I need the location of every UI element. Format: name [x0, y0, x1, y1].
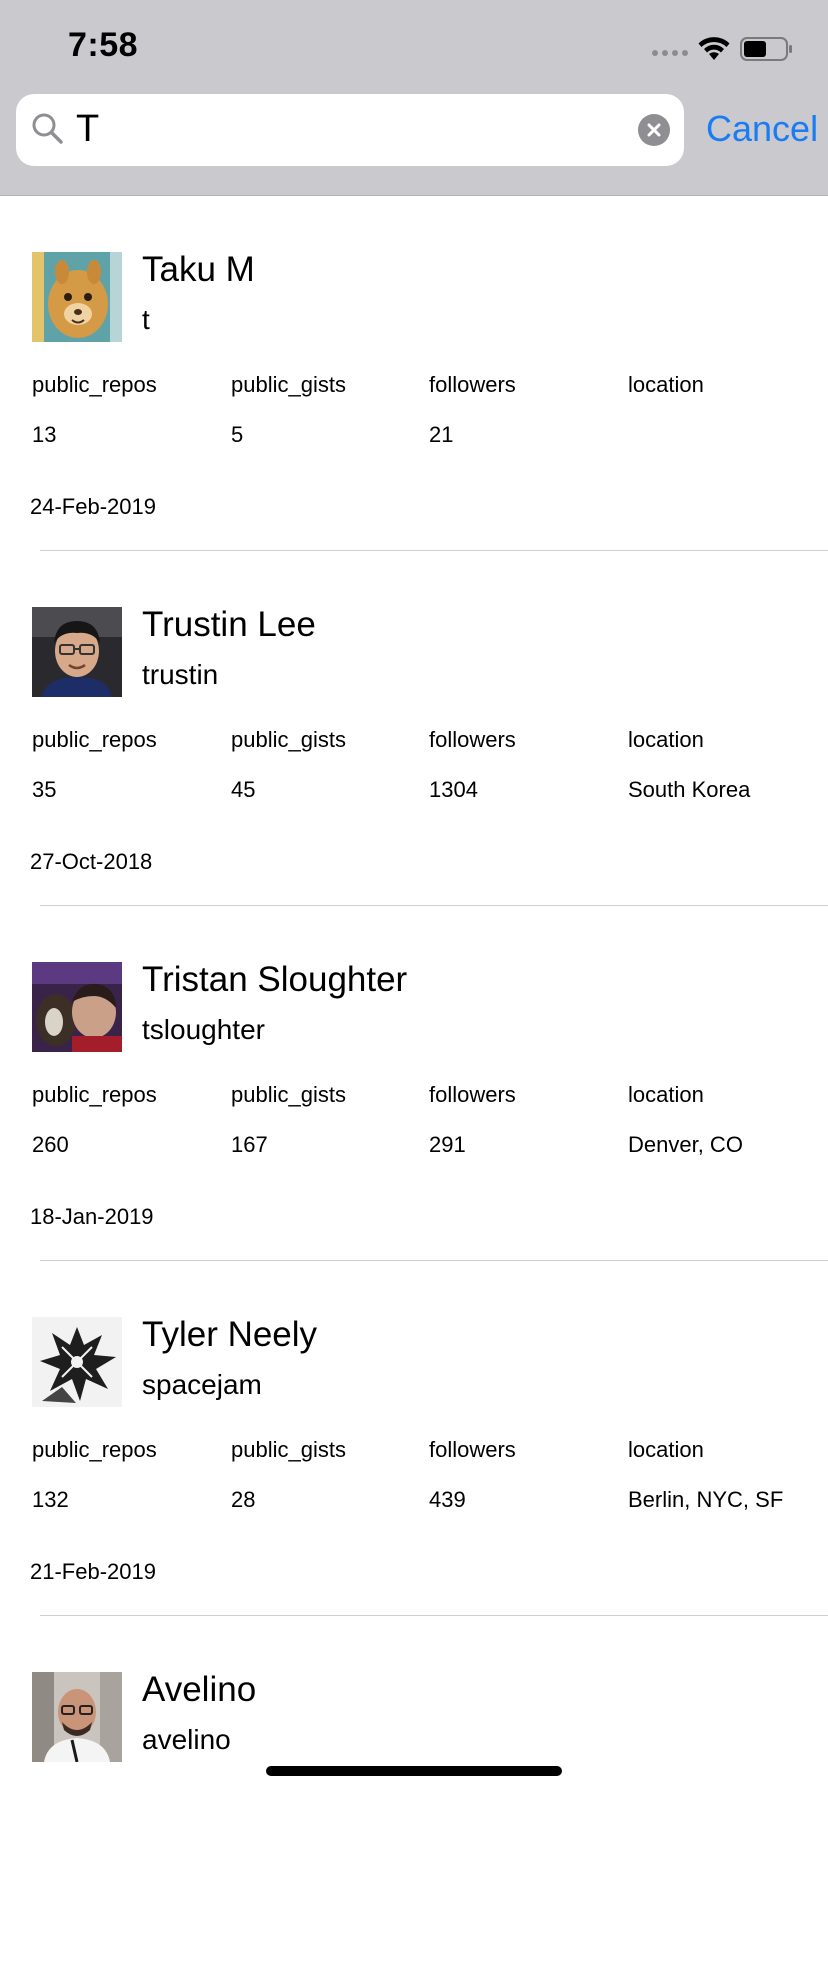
public-repos-value: 35 — [32, 777, 57, 802]
public-gists-value: 5 — [231, 422, 244, 447]
status-time: 7:58 — [68, 26, 139, 64]
list-item[interactable]: Tyler Neely spacejam public_repos public… — [0, 1261, 828, 1616]
public-repos-label: public_repos — [32, 372, 157, 397]
followers-value: 439 — [429, 1487, 466, 1512]
cellular-signal-icon — [652, 50, 688, 56]
user-login: spacejam — [142, 1369, 262, 1400]
public-repos-label: public_repos — [32, 1437, 157, 1462]
location-label: location — [628, 1082, 704, 1107]
location-label: location — [628, 727, 704, 752]
public-gists-value: 167 — [231, 1132, 268, 1157]
public-gists-label: public_gists — [231, 727, 346, 752]
public-gists-value: 45 — [231, 777, 256, 802]
followers-label: followers — [429, 1437, 516, 1462]
close-icon — [647, 123, 661, 137]
location-label: location — [628, 372, 704, 397]
user-login: trustin — [142, 659, 219, 690]
avatar — [32, 1672, 122, 1762]
followers-value: 21 — [429, 422, 454, 447]
public-repos-value: 260 — [32, 1132, 69, 1157]
search-icon — [32, 113, 63, 144]
followers-value: 291 — [429, 1132, 466, 1157]
public-repos-value: 13 — [32, 422, 57, 447]
cancel-button[interactable]: Cancel — [706, 108, 818, 150]
list-item[interactable]: Trustin Lee trustin public_repos public_… — [0, 551, 828, 906]
user-results-list[interactable]: Taku M t public_repos public_gists follo… — [0, 196, 828, 1971]
location-value: Denver, CO — [628, 1132, 743, 1157]
search-query-text[interactable]: T — [76, 108, 99, 151]
location-label: location — [628, 1437, 704, 1462]
list-item[interactable]: Tristan Sloughter tsloughter public_repo… — [0, 906, 828, 1261]
clear-search-button[interactable] — [638, 114, 670, 146]
public-repos-label: public_repos — [32, 1082, 157, 1107]
user-name: Taku M — [142, 250, 255, 289]
location-value: Berlin, NYC, SF — [628, 1487, 784, 1512]
user-name: Tristan Sloughter — [142, 960, 408, 999]
user-login: tsloughter — [142, 1014, 265, 1045]
followers-label: followers — [429, 372, 516, 397]
user-name: Tyler Neely — [142, 1315, 318, 1354]
avatar — [32, 962, 122, 1052]
public-gists-label: public_gists — [231, 372, 346, 397]
list-item[interactable]: Avelino avelino — [0, 1616, 828, 1971]
list-item[interactable]: Taku M t public_repos public_gists follo… — [0, 196, 828, 551]
avatar — [32, 252, 122, 342]
public-gists-value: 28 — [231, 1487, 256, 1512]
avatar — [32, 607, 122, 697]
user-name: Avelino — [142, 1670, 257, 1709]
navigation-bar: 7:58 T Cancel — [0, 0, 828, 196]
user-date: 27-Oct-2018 — [30, 849, 153, 874]
wifi-icon — [698, 37, 730, 60]
avatar — [32, 1317, 122, 1407]
location-value: South Korea — [628, 777, 751, 802]
followers-value: 1304 — [429, 777, 478, 802]
user-date: 18-Jan-2019 — [30, 1204, 154, 1229]
user-date: 24-Feb-2019 — [30, 494, 156, 519]
public-repos-label: public_repos — [32, 727, 157, 752]
home-indicator[interactable] — [266, 1766, 562, 1776]
user-name: Trustin Lee — [142, 605, 316, 644]
followers-label: followers — [429, 1082, 516, 1107]
public-gists-label: public_gists — [231, 1437, 346, 1462]
user-date: 21-Feb-2019 — [30, 1559, 156, 1584]
user-login: avelino — [142, 1724, 231, 1755]
battery-icon — [740, 37, 792, 61]
search-input[interactable]: T — [16, 94, 684, 166]
followers-label: followers — [429, 727, 516, 752]
public-repos-value: 132 — [32, 1487, 69, 1512]
user-login: t — [142, 304, 150, 335]
public-gists-label: public_gists — [231, 1082, 346, 1107]
